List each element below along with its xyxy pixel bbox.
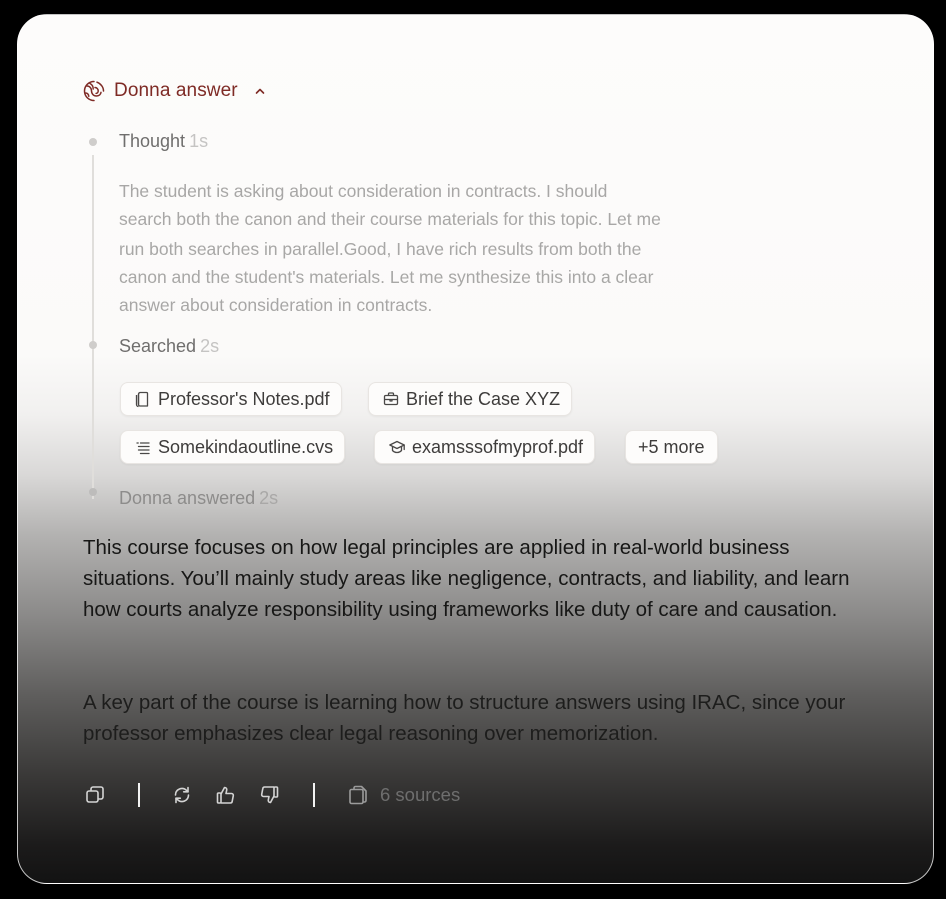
source-chip-label: examsssofmyprof.pdf	[412, 436, 584, 457]
answer-paragraph: This course focuses on how legal princip…	[83, 536, 850, 621]
step-answered: Donna answered 2s	[119, 488, 278, 509]
answer-card: Donna answer Thought 1s The student is as…	[17, 14, 934, 884]
thought-line: search both the canon and their course m…	[119, 209, 661, 229]
timeline-dot-thought	[89, 138, 97, 146]
graduation-cap-icon	[389, 440, 405, 454]
chevron-up-icon[interactable]	[254, 85, 266, 97]
step-searched-label: Searched	[119, 336, 197, 356]
thought-line: canon and the student's materials. Let m…	[119, 267, 654, 287]
source-chip-label: Somekindaoutline.cvs	[158, 436, 334, 457]
source-chip-label: Professor's Notes.pdf	[158, 388, 330, 409]
step-answered-time: 2s	[259, 488, 279, 508]
document-icon	[135, 391, 149, 408]
step-thought-time: 1s	[189, 131, 209, 151]
thought-line: The student is asking about consideratio…	[119, 181, 608, 201]
action-divider	[138, 783, 140, 807]
thumbs-down-icon[interactable]	[258, 784, 280, 806]
list-icon	[136, 442, 150, 455]
sources-icon[interactable]	[347, 784, 369, 806]
regenerate-icon[interactable]	[171, 784, 193, 806]
source-chip-exams[interactable]: examsssofmyprof.pdf	[374, 430, 596, 464]
more-sources-button[interactable]: +5 more	[625, 430, 718, 464]
step-searched-time: 2s	[200, 336, 220, 356]
source-chip-outline[interactable]: Somekindaoutline.cvs	[120, 430, 346, 464]
briefcase-icon	[383, 392, 399, 406]
more-sources-label: +5 more	[638, 436, 705, 457]
source-chip-label: Brief the Case XYZ	[406, 388, 561, 409]
copy-icon[interactable]	[84, 784, 106, 806]
answer-paragraph: A key part of the course is learning how…	[83, 691, 846, 745]
timeline-line	[92, 155, 94, 499]
timeline-dot-answered	[89, 488, 97, 496]
thumbs-up-icon[interactable]	[215, 784, 237, 806]
thought-text: The student is asking about consideratio…	[119, 177, 749, 319]
answer-title: Donna answer	[114, 80, 238, 101]
step-searched: Searched 2s	[119, 336, 219, 357]
sources-count-button[interactable]: 6 sources	[380, 784, 460, 806]
thought-line: run both searches in parallel.Good, I ha…	[119, 239, 642, 259]
timeline-dot-searched	[89, 341, 97, 349]
step-thought: Thought 1s	[119, 131, 208, 152]
source-chip-professors-notes[interactable]: Professor's Notes.pdf	[120, 382, 342, 416]
thought-line: answer about consideration in contracts.	[119, 295, 433, 315]
action-divider	[313, 783, 315, 807]
step-thought-label: Thought	[119, 131, 186, 151]
answer-header[interactable]: Donna answer	[82, 79, 266, 103]
source-chip-brief-the-case[interactable]: Brief the Case XYZ	[368, 382, 573, 416]
step-answered-label: Donna answered	[119, 488, 256, 508]
donna-logo-icon	[83, 80, 105, 102]
